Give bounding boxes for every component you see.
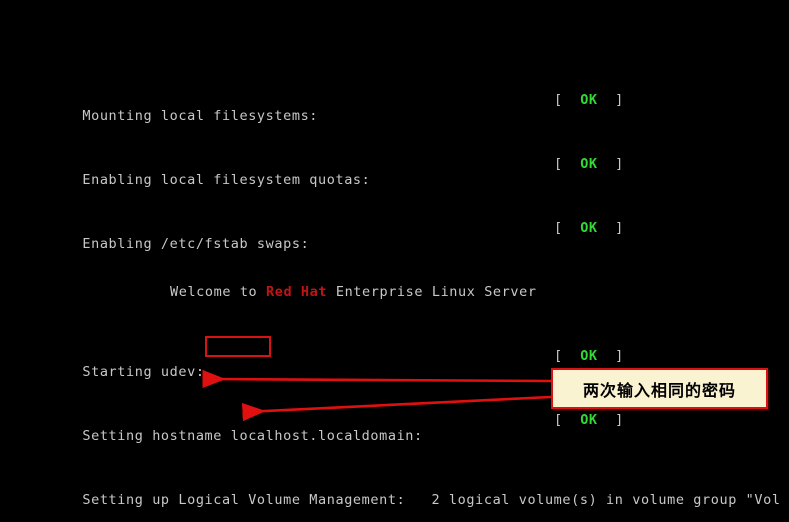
- console-line-text: Setting hostname localhost.localdomain:: [82, 428, 423, 444]
- console-line: Enabling local filesystem quotas: [ OK ]: [30, 156, 782, 188]
- ok-label: OK: [580, 92, 598, 108]
- status-ok-marker: [ OK ]: [554, 92, 624, 108]
- status-ok-marker: [ OK ]: [554, 412, 624, 428]
- console-line-text: Setting up Logical Volume Management: 2 …: [82, 492, 781, 508]
- welcome-prefix: Welcome to: [170, 284, 267, 300]
- console-line-text: Mounting local filesystems:: [82, 108, 319, 124]
- welcome-suffix: Enterprise Linux Server: [327, 284, 537, 300]
- console-line: Enabling /etc/fstab swaps: [ OK ]: [30, 220, 782, 252]
- console-output: Mounting local filesystems: [ OK ] Enabl…: [30, 44, 782, 522]
- terminal-screen: Mounting local filesystems: [ OK ] Enabl…: [0, 0, 789, 522]
- status-ok-marker: [ OK ]: [554, 348, 624, 364]
- console-line: Setting up Logical Volume Management: 2 …: [30, 476, 782, 508]
- redhat-brand-label: Red Hat: [266, 284, 328, 300]
- console-line: Setting hostname localhost.localdomain: …: [30, 412, 782, 444]
- ok-label: OK: [580, 156, 598, 172]
- ok-label: OK: [580, 348, 598, 364]
- status-ok-marker: [ OK ]: [554, 220, 624, 236]
- console-line-text: Enabling local filesystem quotas:: [82, 172, 371, 188]
- console-line: Starting udev: [ OK ]: [30, 348, 782, 380]
- status-ok-marker: [ OK ]: [554, 156, 624, 172]
- console-line-text: Enabling /etc/fstab swaps:: [82, 236, 310, 252]
- console-line-text: Starting udev:: [82, 364, 205, 380]
- annotation-callout: 两次输入相同的密码: [551, 368, 768, 409]
- welcome-banner: Welcome to Red Hat Enterprise Linux Serv…: [30, 284, 782, 300]
- ok-label: OK: [580, 220, 598, 236]
- ok-label: OK: [580, 412, 598, 428]
- annotation-callout-text: 两次输入相同的密码: [582, 380, 736, 400]
- console-line: Mounting local filesystems: [ OK ]: [30, 92, 782, 124]
